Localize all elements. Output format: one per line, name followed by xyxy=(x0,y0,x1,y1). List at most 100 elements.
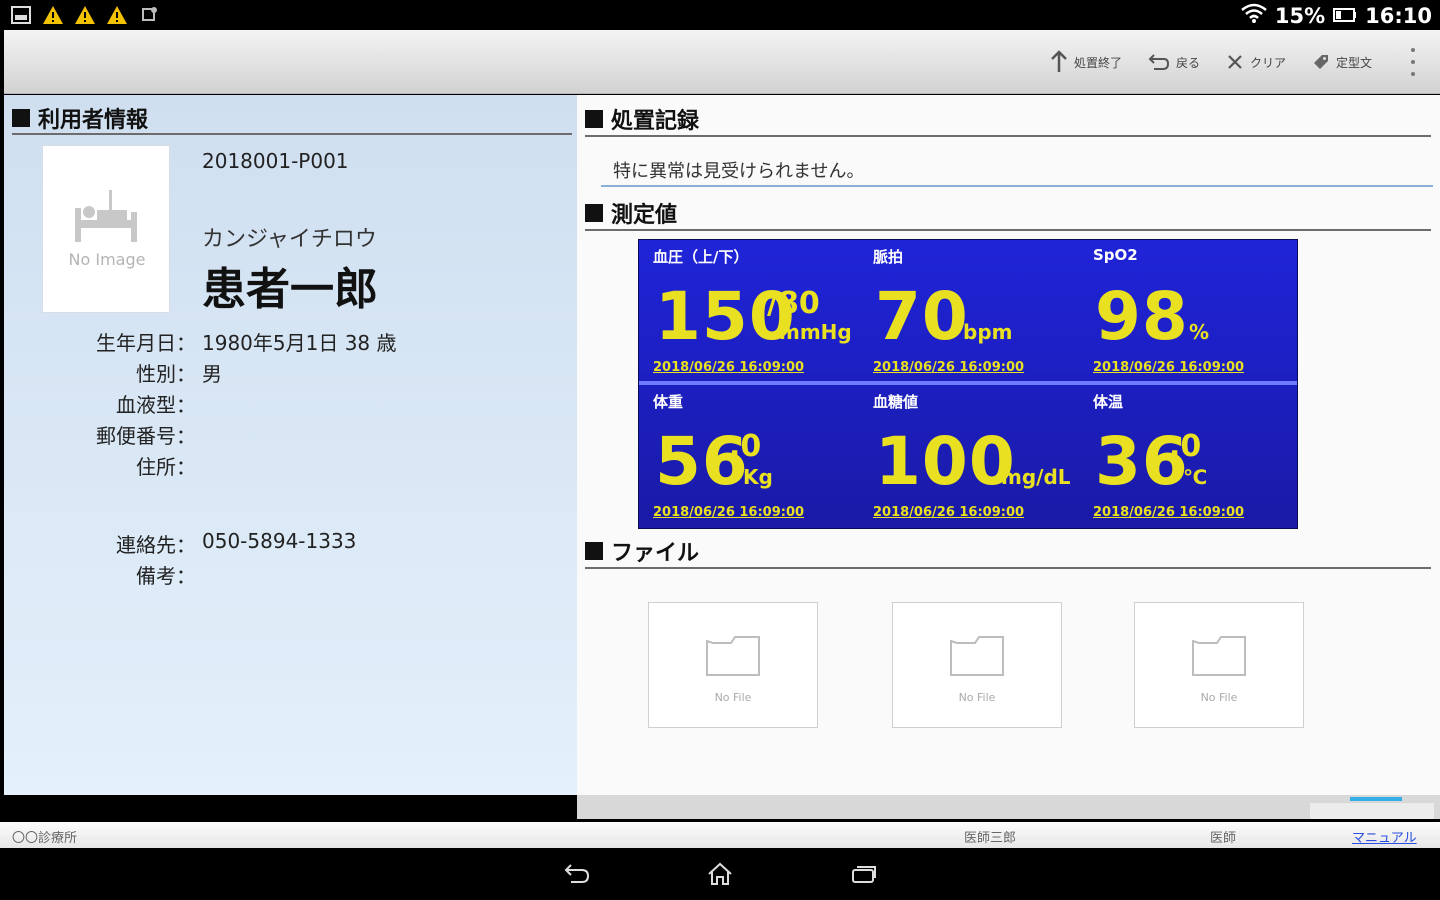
doctor-name: 医師三郎 xyxy=(964,831,1017,846)
patient-bed-icon xyxy=(73,188,139,248)
file-slot-2[interactable]: No File xyxy=(892,602,1062,728)
vital-decimal: .0 xyxy=(1169,429,1202,464)
blood-type-label: 血液型： xyxy=(116,393,196,417)
clear-label: クリア xyxy=(1249,55,1286,70)
vital-pulse[interactable]: 脈拍 70 bpm 2018/06/26 16:09:00 xyxy=(859,240,1079,382)
template-text-label: 定型文 xyxy=(1335,55,1372,70)
warning-icon xyxy=(106,4,128,26)
vital-decimal: .0 xyxy=(729,429,762,464)
vital-value: 70 xyxy=(875,278,969,355)
status-bar: 15% 16:10 xyxy=(0,0,1440,30)
app-root: 15% 16:10 処置終了 戻る クリア 定型文 利用者情報 No Image… xyxy=(0,0,1440,900)
vital-unit: bpm xyxy=(963,320,1013,344)
user-info-header: 利用者情報 xyxy=(12,103,572,135)
gender-label: 性別： xyxy=(136,362,196,386)
tab-indicator xyxy=(1350,797,1402,801)
vital-date: 2018/06/26 16:09:00 xyxy=(873,505,1025,520)
vital-value: 98 xyxy=(1095,278,1189,355)
back-nav-icon[interactable] xyxy=(561,860,593,888)
vital-spo2[interactable]: SpO2 98 % 2018/06/26 16:09:00 xyxy=(1079,240,1299,382)
folder-icon xyxy=(949,631,1005,683)
vitals-panel: 血圧（上/下） 150 /80 mmHg 2018/06/26 16:09:00… xyxy=(638,239,1298,529)
vital-value: 100 xyxy=(875,423,1016,500)
vital-label: 体重 xyxy=(653,393,684,411)
lower-panel-tab[interactable] xyxy=(1310,803,1434,819)
vital-date: 2018/06/26 16:09:00 xyxy=(653,360,805,375)
manual-link[interactable]: マニュアル xyxy=(1352,827,1417,846)
navigation-bar xyxy=(0,848,1440,900)
treatment-title: 処置記録 xyxy=(611,109,700,134)
birthdate-value: 1980年5月1日 38 歳 xyxy=(202,331,397,355)
clinic-name: 〇〇診療所 xyxy=(12,831,78,846)
contact-value: 050-5894-1333 xyxy=(202,529,357,553)
close-icon xyxy=(1226,53,1244,71)
user-info-panel: 利用者情報 No Image 2018001-P001 カンジャイチロウ 患者一… xyxy=(4,95,577,795)
warning-icon xyxy=(42,4,64,26)
back-label: 戻る xyxy=(1175,55,1200,70)
treatment-note-underline xyxy=(601,185,1433,187)
user-photo[interactable]: No Image xyxy=(42,145,170,313)
folder-icon xyxy=(1191,631,1247,683)
user-name-kana: カンジャイチロウ xyxy=(202,227,377,252)
gender-value: 男 xyxy=(202,362,222,386)
warning-icon xyxy=(74,4,96,26)
vital-date: 2018/06/26 16:09:00 xyxy=(1093,505,1245,520)
treatment-note[interactable]: 特に異常は見受けられません。 xyxy=(613,157,864,183)
remarks-label: 備考： xyxy=(136,564,196,588)
sync-icon xyxy=(138,4,160,26)
clock: 16:10 xyxy=(1365,3,1432,28)
vital-date: 2018/06/26 16:09:00 xyxy=(1093,360,1245,375)
folder-icon xyxy=(705,631,761,683)
arrow-up-icon xyxy=(1050,50,1068,74)
clear-button[interactable]: クリア xyxy=(1226,53,1286,71)
file-slot-1[interactable]: No File xyxy=(648,602,818,728)
battery-icon xyxy=(1333,4,1357,28)
vital-unit: ℃ xyxy=(1183,465,1208,489)
contact-label: 連絡先： xyxy=(116,533,196,557)
no-file-text: No File xyxy=(1200,691,1238,704)
wifi-icon xyxy=(1241,2,1267,29)
home-nav-icon[interactable] xyxy=(704,860,736,888)
recent-apps-nav-icon[interactable] xyxy=(848,860,880,888)
vital-label: 血糖値 xyxy=(873,393,919,411)
vital-temperature[interactable]: 体温 36 .0 ℃ 2018/06/26 16:09:00 xyxy=(1079,385,1299,527)
info-bar: 〇〇診療所 医師三郎 医師 マニュアル xyxy=(0,822,1440,848)
treatment-header: 処置記録 xyxy=(585,103,1431,137)
no-image-text: No Image xyxy=(68,250,146,269)
tag-icon xyxy=(1312,53,1330,71)
action-bar: 処置終了 戻る クリア 定型文 xyxy=(4,30,1440,94)
vital-weight[interactable]: 体重 56 .0 Kg 2018/06/26 16:09:00 xyxy=(639,385,859,527)
address-label: 住所： xyxy=(136,455,196,479)
postal-code-label: 郵便番号： xyxy=(96,424,196,448)
section-square-icon xyxy=(585,542,603,560)
battery-percent: 15% xyxy=(1274,3,1326,28)
user-id: 2018001-P001 xyxy=(202,149,349,173)
notification-icons xyxy=(10,4,160,26)
finish-treatment-button[interactable]: 処置終了 xyxy=(1050,50,1122,74)
overflow-menu-icon[interactable] xyxy=(1408,48,1418,76)
back-button[interactable]: 戻る xyxy=(1148,53,1200,71)
section-square-icon xyxy=(585,204,603,222)
vital-label: 体温 xyxy=(1093,393,1124,411)
birthdate-label: 生年月日： xyxy=(96,331,196,355)
vital-date: 2018/06/26 16:09:00 xyxy=(653,505,805,520)
vital-blood-pressure[interactable]: 血圧（上/下） 150 /80 mmHg 2018/06/26 16:09:00 xyxy=(639,240,859,382)
files-title: ファイル xyxy=(611,541,700,566)
screenshot-icon xyxy=(10,4,32,26)
files-header: ファイル xyxy=(585,535,1431,569)
file-slot-3[interactable]: No File xyxy=(1134,602,1304,728)
vital-unit: mg/dL xyxy=(1001,465,1071,489)
vital-label: 脈拍 xyxy=(873,248,904,266)
record-panel: 処置記録 特に異常は見受けられません。 測定値 血圧（上/下） 150 /80 … xyxy=(577,95,1440,795)
vital-unit: mmHg xyxy=(779,320,852,344)
finish-treatment-label: 処置終了 xyxy=(1073,55,1122,70)
section-square-icon xyxy=(12,109,30,127)
vital-unit: % xyxy=(1189,320,1210,344)
lower-panel-strip xyxy=(577,795,1440,819)
section-square-icon xyxy=(585,110,603,128)
template-text-button[interactable]: 定型文 xyxy=(1312,53,1372,71)
vital-label: SpO2 xyxy=(1093,246,1138,264)
user-info-title: 利用者情報 xyxy=(38,108,149,133)
vital-blood-sugar[interactable]: 血糖値 100 mg/dL 2018/06/26 16:09:00 xyxy=(859,385,1079,527)
no-file-text: No File xyxy=(714,691,752,704)
